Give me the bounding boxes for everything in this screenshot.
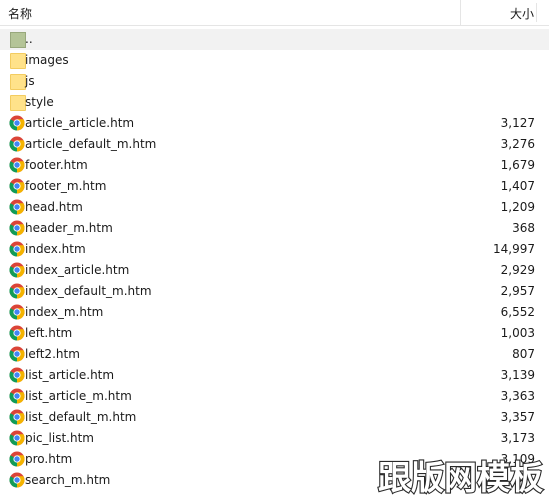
chrome-icon: [9, 304, 25, 320]
file-size: 1,407: [500, 179, 535, 193]
file-row[interactable]: index_default_m.htm 2,957: [0, 281, 549, 302]
chrome-icon: [9, 178, 25, 194]
file-row[interactable]: index.htm 14,997: [0, 239, 549, 260]
file-name: ..: [25, 32, 33, 46]
file-size: 3,357: [500, 410, 535, 424]
file-row[interactable]: footer_m.htm 1,407: [0, 176, 549, 197]
file-size: 3,173: [500, 431, 535, 445]
file-row[interactable]: list_article.htm 3,139: [0, 365, 549, 386]
file-size: 1,209: [500, 200, 535, 214]
file-name: list_article.htm: [25, 368, 115, 382]
file-row[interactable]: article_default_m.htm 3,276: [0, 134, 549, 155]
watermark-text: 跟版网模板: [378, 458, 543, 497]
file-size: 2,957: [500, 284, 535, 298]
file-size: 807: [512, 347, 535, 361]
file-size: 3,139: [500, 368, 535, 382]
file-size: 1,679: [500, 158, 535, 172]
file-name: js: [25, 74, 35, 88]
file-row[interactable]: pic_list.htm 3,173: [0, 428, 549, 449]
chrome-icon: [9, 451, 25, 467]
column-header-bar: 名称 大小: [0, 0, 549, 26]
chrome-icon: [9, 325, 25, 341]
file-name: header_m.htm: [25, 221, 113, 235]
file-row[interactable]: head.htm 1,209: [0, 197, 549, 218]
chrome-icon: [9, 241, 25, 257]
chrome-icon: [9, 346, 25, 362]
file-name: article_article.htm: [25, 116, 135, 130]
column-divider[interactable]: [536, 3, 537, 22]
chrome-icon: [9, 220, 25, 236]
folder-icon: [10, 53, 26, 69]
file-row[interactable]: article_article.htm 3,127: [0, 113, 549, 134]
file-size: 6,552: [500, 305, 535, 319]
file-name: footer_m.htm: [25, 179, 107, 193]
chrome-icon: [9, 388, 25, 404]
file-size: 368: [512, 221, 535, 235]
file-size: 3,363: [500, 389, 535, 403]
file-size: 2,929: [500, 263, 535, 277]
chrome-icon: [9, 430, 25, 446]
file-size: 3,127: [500, 116, 535, 130]
file-row[interactable]: footer.htm 1,679: [0, 155, 549, 176]
file-name: list_default_m.htm: [25, 410, 137, 424]
file-size: 3,276: [500, 137, 535, 151]
file-row[interactable]: js: [0, 71, 549, 92]
file-name: article_default_m.htm: [25, 137, 157, 151]
name-column-label: 名称: [8, 7, 33, 21]
watermark-logo: 跟版网模板: [377, 457, 544, 498]
file-row[interactable]: index_m.htm 6,552: [0, 302, 549, 323]
file-list: .. images js style article_article.htm 3,127 a…: [0, 29, 549, 491]
size-column-label: 大小: [509, 7, 534, 21]
chrome-icon: [9, 157, 25, 173]
chrome-icon: [9, 367, 25, 383]
file-row[interactable]: ..: [0, 29, 549, 50]
size-column-header[interactable]: 大小: [461, 0, 536, 25]
chrome-icon: [9, 283, 25, 299]
name-column-header[interactable]: 名称: [0, 0, 461, 25]
chrome-icon: [9, 199, 25, 215]
chrome-icon: [9, 409, 25, 425]
file-name: pro.htm: [25, 452, 73, 466]
folder-icon: [10, 95, 26, 111]
file-name: left2.htm: [25, 347, 80, 361]
chrome-icon: [9, 472, 25, 488]
chrome-icon: [9, 262, 25, 278]
file-name: index.htm: [25, 242, 86, 256]
file-row[interactable]: images: [0, 50, 549, 71]
folder-icon: [10, 74, 26, 90]
parent-folder-icon: [10, 32, 26, 48]
file-row[interactable]: list_article_m.htm 3,363: [0, 386, 549, 407]
chrome-icon: [9, 136, 25, 152]
file-row[interactable]: left2.htm 807: [0, 344, 549, 365]
file-name: style: [25, 95, 54, 109]
file-name: left.htm: [25, 326, 73, 340]
file-row[interactable]: style: [0, 92, 549, 113]
file-row[interactable]: list_default_m.htm 3,357: [0, 407, 549, 428]
file-size: 1,003: [500, 326, 535, 340]
file-size: 14,997: [493, 242, 535, 256]
file-name: search_m.htm: [25, 473, 111, 487]
file-name: footer.htm: [25, 158, 88, 172]
file-row[interactable]: header_m.htm 368: [0, 218, 549, 239]
file-name: pic_list.htm: [25, 431, 94, 445]
file-name: list_article_m.htm: [25, 389, 132, 403]
file-row[interactable]: index_article.htm 2,929: [0, 260, 549, 281]
file-name: index_m.htm: [25, 305, 104, 319]
file-name: index_default_m.htm: [25, 284, 152, 298]
file-row[interactable]: left.htm 1,003: [0, 323, 549, 344]
file-name: head.htm: [25, 200, 83, 214]
file-name: images: [25, 53, 69, 67]
file-name: index_article.htm: [25, 263, 130, 277]
chrome-icon: [9, 115, 25, 131]
